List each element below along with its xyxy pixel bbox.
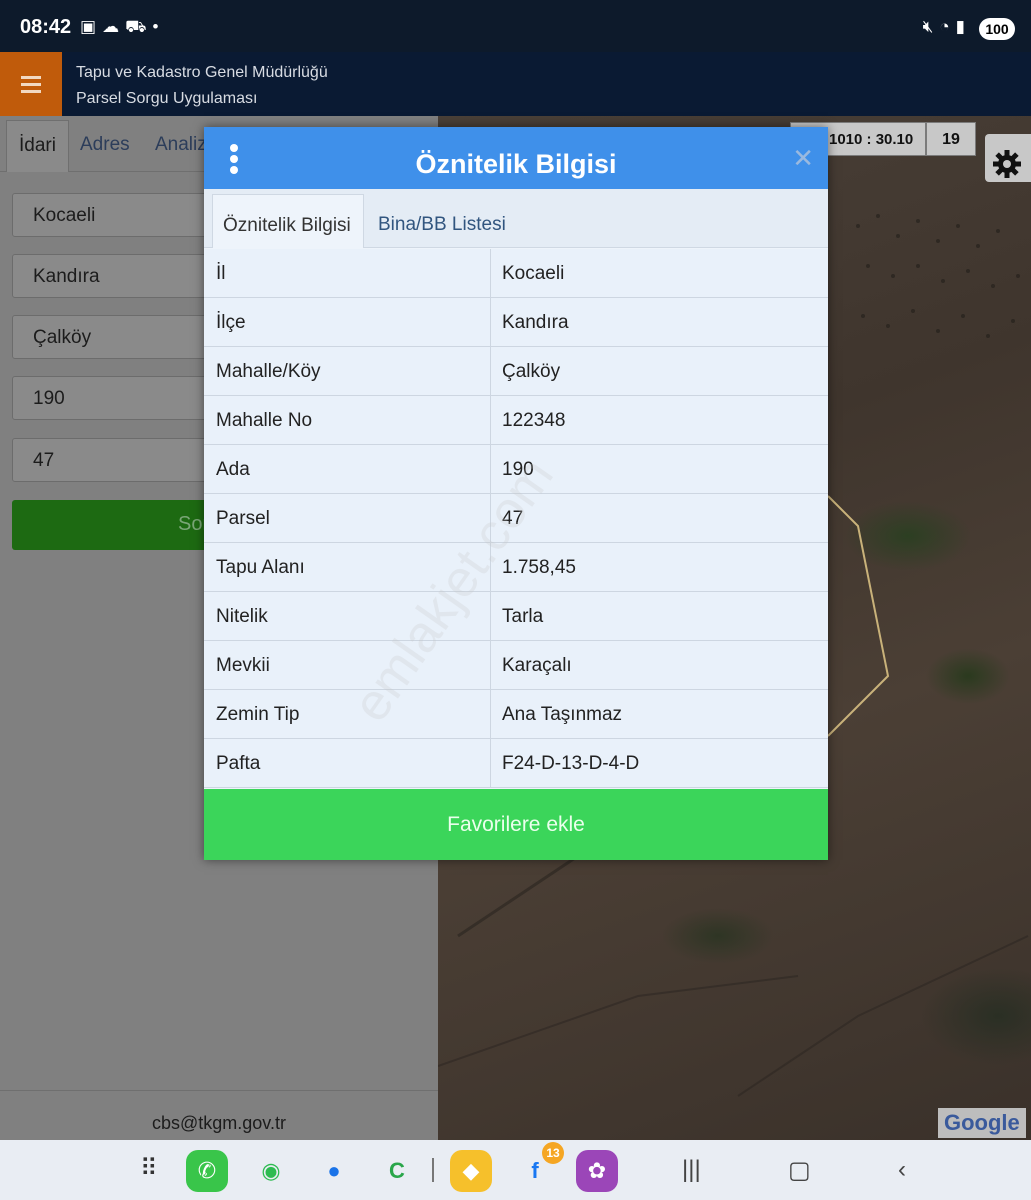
table-row: Zemin Tip Ana Taşınmaz [204,690,828,739]
status-time: 08:42 [20,16,72,38]
row-key: Mahalle No [216,410,313,431]
contact-email[interactable]: cbs@tkgm.gov.tr [0,1090,438,1140]
table-row: Mahalle No 122348 [204,396,828,445]
table-row: Parsel 47 [204,494,828,543]
system-nav-bar: ⠿ ✆ ◉ ● C ◆ f 13 ✿ ||| ▢ ‹ [0,1140,1031,1200]
messages-icon[interactable]: ● [313,1150,355,1192]
dialog-tabs: Öznitelik Bilgisi Bina/BB Listesi [204,189,828,248]
dialog-header: Öznitelik Bilgisi ✕ [204,127,828,189]
row-key: İl [216,263,226,284]
app-subtitle: Parsel Sorgu Uygulaması [76,90,258,107]
row-value: 190 [502,459,534,480]
car-icon: ⛟ [125,17,153,36]
dialog-title: Öznitelik Bilgisi [415,149,617,179]
row-value: Tarla [502,606,544,627]
sahibinden-icon[interactable]: ◆ [450,1150,492,1192]
app-header: Tapu ve Kadastro Genel Müdürlüğü Parsel … [0,52,1031,116]
table-row: İlçe Kandıra [204,298,828,347]
map-settings-button[interactable] [985,134,1031,182]
gear-icon [993,150,1021,178]
status-left-icons: ▣☁⛟• [80,17,164,39]
row-value: Çalköy [502,361,561,382]
tab-building-list[interactable]: Bina/BB Listesi [368,194,516,248]
table-row: Pafta F24-D-13-D-4-D [204,739,828,788]
row-key: Tapu Alanı [216,557,305,578]
tab-idari[interactable]: İdari [6,120,69,172]
row-value: 1.758,45 [502,557,576,578]
screenshot-icon: ▣ [80,17,103,36]
row-key: Nitelik [216,606,268,627]
row-key: Mevkii [216,655,270,676]
dot-icon: • [152,17,165,36]
row-key: Zemin Tip [216,704,300,725]
table-row: Ada 190 [204,445,828,494]
tab-attribute-info[interactable]: Öznitelik Bilgisi [212,194,364,248]
whatsapp-icon[interactable]: ◉ [250,1150,292,1192]
table-row: İl Kocaeli [204,249,828,298]
menu-bar-icon [21,83,41,86]
recents-icon[interactable]: ||| [682,1156,701,1184]
row-value: F24-D-13-D-4-D [502,753,640,774]
row-key: Ada [216,459,250,480]
row-key: Parsel [216,508,270,529]
tab-adres[interactable]: Adres [68,120,142,172]
row-value: 47 [502,508,524,529]
status-right-icons: 🔇︎◔▮ [923,17,971,37]
app-title: Tapu ve Kadastro Genel Müdürlüğü [76,64,328,81]
add-to-favorites-button[interactable]: Favorilere ekle [204,789,828,860]
row-key: İlçe [216,312,246,333]
cloud-icon: ☁ [102,17,126,36]
row-key: Mahalle/Köy [216,361,321,382]
close-icon[interactable]: ✕ [792,143,814,174]
map-zoom-level: 19 [926,122,976,156]
attribute-dialog: Öznitelik Bilgisi ✕ Öznitelik Bilgisi Bi… [204,127,828,860]
c-app-icon[interactable]: C [376,1150,418,1192]
table-row: Tapu Alanı 1.758,45 [204,543,828,592]
table-row: Nitelik Tarla [204,592,828,641]
row-key: Pafta [216,753,261,774]
table-row: Mahalle/Köy Çalköy [204,347,828,396]
row-value: Karaçalı [502,655,572,676]
menu-bar-icon [21,76,41,79]
table-row: Mevkii Karaçalı [204,641,828,690]
notification-badge: 13 [542,1142,564,1164]
mute-icon: 🔇︎ [922,17,940,36]
apps-grid-icon[interactable]: ⠿ [140,1154,158,1183]
battery-indicator: 100 [979,18,1015,40]
back-icon[interactable]: ‹ [898,1156,906,1184]
phone-icon[interactable]: ✆ [186,1150,228,1192]
divider [432,1158,434,1182]
google-logo: Google [938,1108,1026,1138]
row-value: Kandıra [502,312,569,333]
row-value: Ana Taşınmaz [502,704,623,725]
attribute-table: İl Kocaeli İlçe Kandıra Mahalle/Köy Çalköy … [204,249,828,788]
row-value: 122348 [502,410,566,431]
row-value: Kocaeli [502,263,565,284]
hamburger-menu-button[interactable] [0,52,62,116]
wifi-icon: ◔ [939,17,956,36]
signal-icon: ▮ [955,17,971,36]
menu-bar-icon [21,90,41,93]
status-bar: 08:42 ▣☁⛟• 🔇︎◔▮ 100 [0,0,1031,52]
home-icon[interactable]: ▢ [788,1156,811,1185]
facebook-icon[interactable]: f 13 [514,1142,564,1192]
gallery-app-icon[interactable]: ✿ [576,1150,618,1192]
